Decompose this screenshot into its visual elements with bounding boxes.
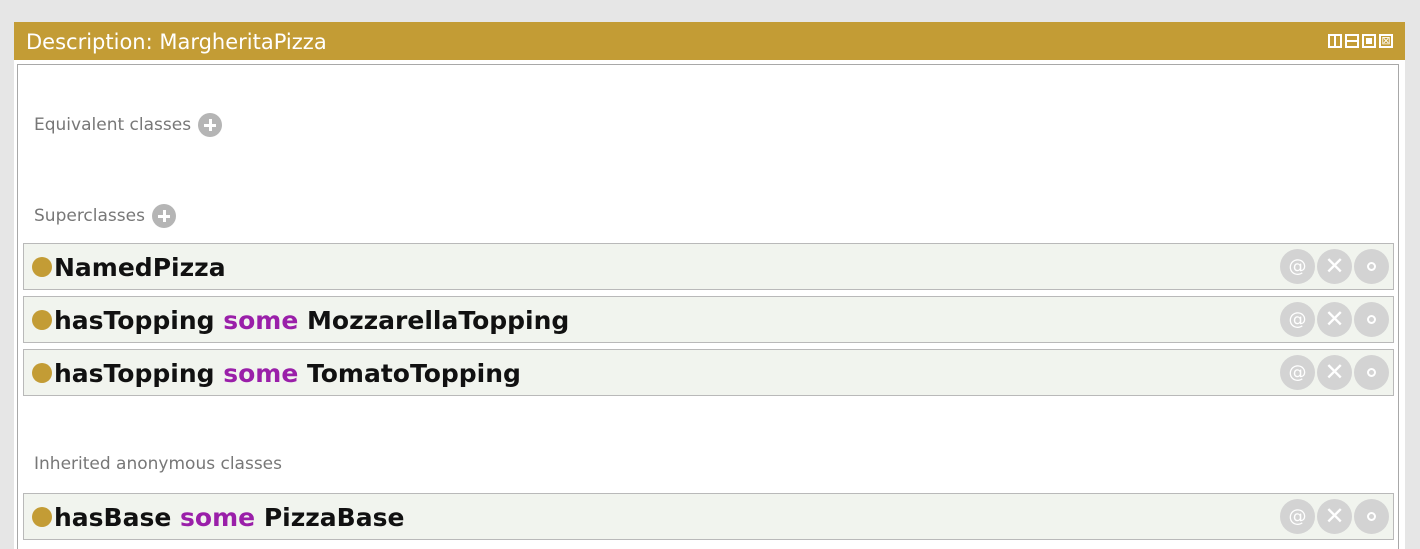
edit-button[interactable] [1354,499,1389,534]
maximize-icon[interactable] [1362,34,1376,48]
class-bullet-icon [32,363,52,383]
delete-button[interactable]: ✕ [1317,499,1352,534]
edit-button[interactable] [1354,302,1389,337]
split-vertical-icon[interactable] [1328,34,1342,48]
axiom-filler: PizzaBase [263,503,405,532]
class-bullet-icon [32,507,52,527]
description-view: Description: MargheritaPizza ⊠ Equivalen… [14,22,1405,549]
row-actions: @ ✕ [1280,249,1389,284]
split-horizontal-icon[interactable] [1345,34,1359,48]
axiom-keyword: some [180,503,256,532]
row-actions: @ ✕ [1280,355,1389,390]
superclass-row[interactable]: NamedPizza @ ✕ [23,243,1394,290]
annotate-button[interactable]: @ [1280,499,1315,534]
edit-button[interactable] [1354,355,1389,390]
row-actions: @ ✕ [1280,302,1389,337]
window-frame: Description: MargheritaPizza ⊠ Equivalen… [0,0,1420,549]
axiom-expression: hasBase some PizzaBase [54,503,404,533]
class-bullet-icon [32,310,52,330]
view-title: Description: MargheritaPizza [26,30,327,54]
view-controls: ⊠ [1328,34,1393,48]
superclass-row[interactable]: hasTopping some TomatoTopping @ ✕ [23,349,1394,396]
row-actions: @ ✕ [1280,499,1389,534]
equivalent-classes-header: Equivalent classes [34,113,223,137]
class-bullet-icon [32,257,52,277]
axiom-property: hasBase [54,503,172,532]
view-title-bar: Description: MargheritaPizza ⊠ [14,22,1405,62]
add-equivalent-class-icon[interactable] [198,113,223,137]
inherited-class-row[interactable]: hasBase some PizzaBase @ ✕ [23,493,1394,540]
axiom-expression: hasTopping some MozzarellaTopping [54,306,569,336]
axiom-filler: TomatoTopping [307,359,521,388]
axiom-property: hasTopping [54,359,215,388]
axiom-subject: NamedPizza [54,253,226,282]
axiom-expression: hasTopping some TomatoTopping [54,359,521,389]
superclasses-header: Superclasses [34,204,176,228]
axiom-keyword: some [223,306,299,335]
axiom-expression: NamedPizza [54,253,226,283]
delete-button[interactable]: ✕ [1317,249,1352,284]
inherited-classes-label: Inherited anonymous classes [34,454,282,474]
axiom-keyword: some [223,359,299,388]
annotate-button[interactable]: @ [1280,249,1315,284]
superclass-row[interactable]: hasTopping some MozzarellaTopping @ ✕ [23,296,1394,343]
superclasses-label: Superclasses [34,206,145,226]
delete-button[interactable]: ✕ [1317,355,1352,390]
inherited-classes-header: Inherited anonymous classes [34,453,282,475]
annotate-button[interactable]: @ [1280,355,1315,390]
add-superclass-icon[interactable] [151,204,176,228]
delete-button[interactable]: ✕ [1317,302,1352,337]
equivalent-classes-label: Equivalent classes [34,115,192,135]
axiom-property: hasTopping [54,306,215,335]
edit-button[interactable] [1354,249,1389,284]
axiom-filler: MozzarellaTopping [307,306,570,335]
annotate-button[interactable]: @ [1280,302,1315,337]
close-view-icon[interactable]: ⊠ [1379,34,1393,48]
description-content: Equivalent classes Superclasses NamedPiz… [17,64,1399,549]
